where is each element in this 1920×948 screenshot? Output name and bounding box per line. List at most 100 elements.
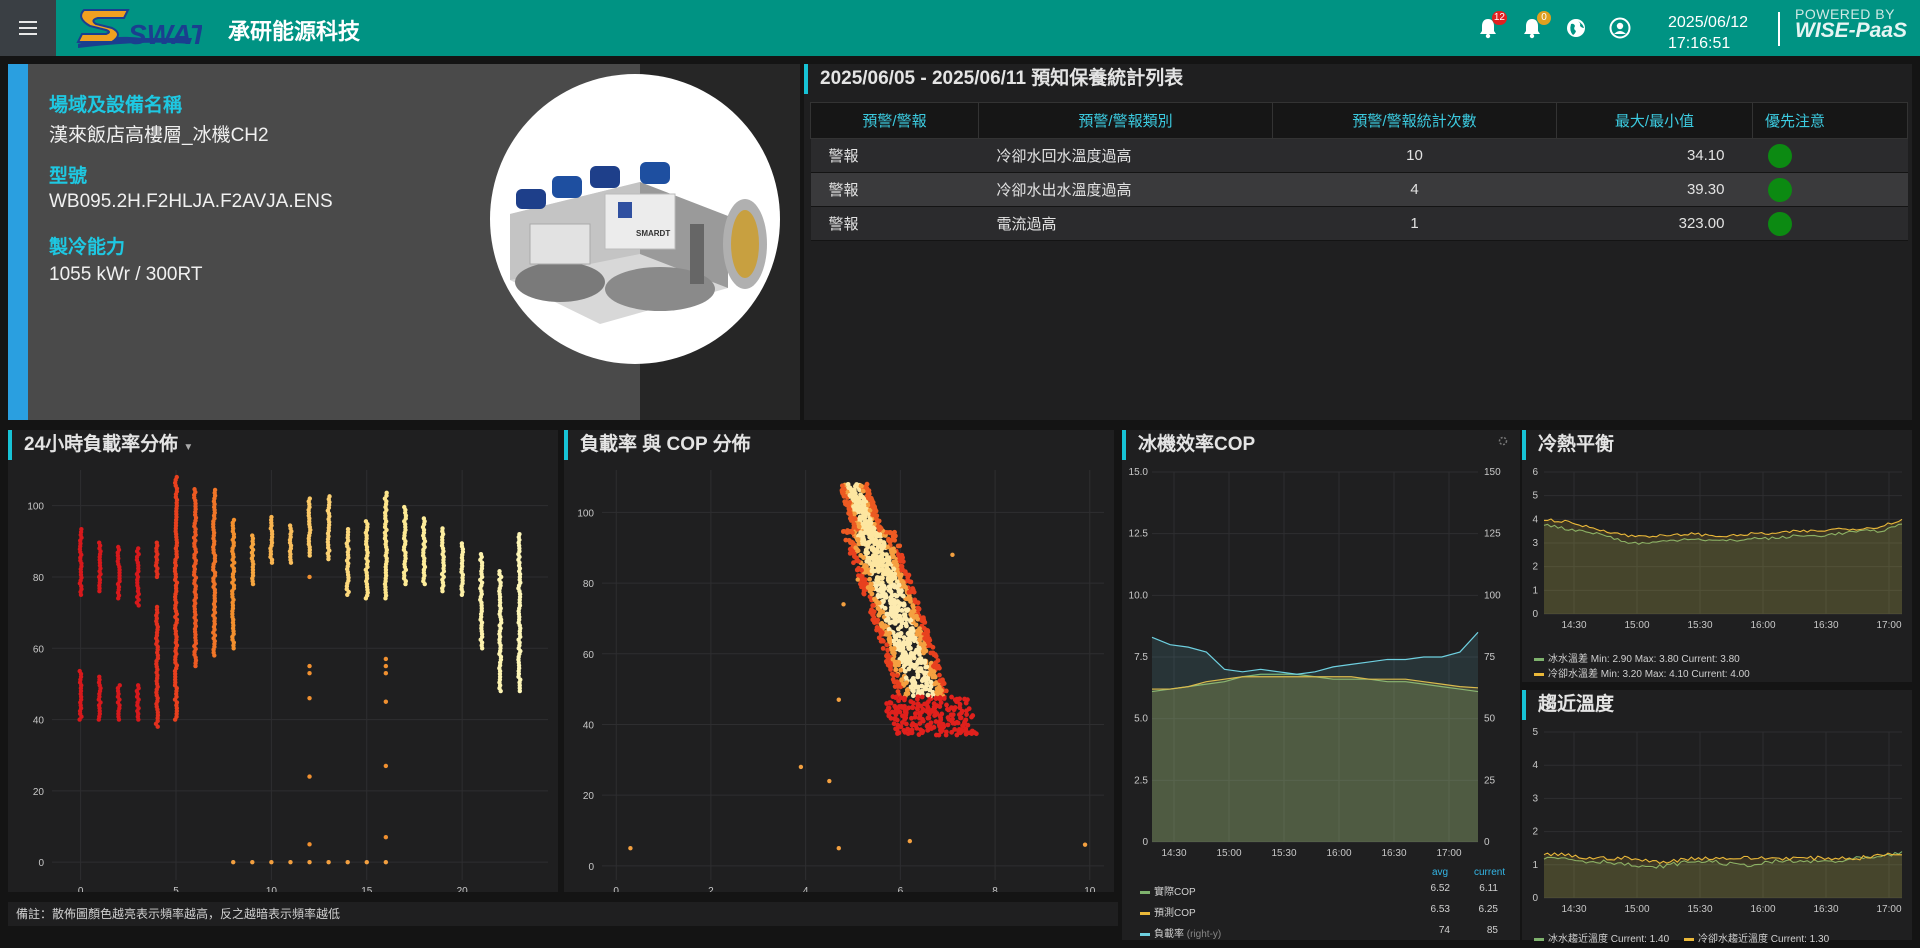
legend-item[interactable]: 冷卻水溫差 Min: 3.20 Max: 4.10 Current: 4.00 xyxy=(1534,665,1750,680)
y-right-tick-label: 150 xyxy=(1484,467,1501,478)
data-point xyxy=(863,550,869,555)
data-point xyxy=(383,859,389,865)
column-header[interactable]: 預警/警報 xyxy=(810,102,979,139)
warning-notifications[interactable]: 0 xyxy=(1520,11,1551,40)
x-tick-label: 15:00 xyxy=(1216,848,1241,859)
data-point xyxy=(877,610,883,616)
top-bar: SWAT 承研能源科技 12 0 2025/06/12 17:16:51 POW… xyxy=(0,0,1920,56)
data-point xyxy=(901,602,907,608)
data-point xyxy=(891,534,896,540)
user-icon xyxy=(1609,17,1631,39)
data-point xyxy=(878,549,884,555)
data-point xyxy=(891,646,897,651)
data-point xyxy=(965,697,970,703)
data-point xyxy=(843,537,849,543)
language-button[interactable] xyxy=(1564,16,1588,40)
data-point xyxy=(949,729,955,735)
table-row[interactable]: 警報 冷卻水出水溫度過高 4 39.30 xyxy=(810,172,1908,207)
table-row[interactable]: 警報 電流過高 1 323.00 xyxy=(810,206,1908,241)
data-point xyxy=(899,588,904,594)
data-point xyxy=(851,521,857,527)
data-point xyxy=(326,859,331,865)
data-point xyxy=(939,688,944,693)
y-tick-label: 0 xyxy=(1532,893,1538,904)
data-point xyxy=(899,677,905,683)
data-point xyxy=(915,694,921,700)
column-header[interactable]: 最大/最小值 xyxy=(1556,102,1753,139)
cell-count: 4 xyxy=(1272,172,1557,207)
x-tick-label: 14:30 xyxy=(1561,904,1586,915)
data-point xyxy=(859,567,864,573)
x-tick-label: 20 xyxy=(457,886,469,892)
maintenance-stats-panel: 2025/06/05 - 2025/06/11 預知保養統計列表 預警/警報 預… xyxy=(804,64,1912,420)
data-point xyxy=(888,667,893,672)
data-point xyxy=(902,695,908,701)
data-point xyxy=(881,543,887,549)
y-tick-label: 4 xyxy=(1532,514,1538,525)
data-point xyxy=(384,490,389,496)
legend-avg: 74 xyxy=(1438,925,1450,936)
y-tick-label: 60 xyxy=(33,644,45,655)
legend-item[interactable]: 預測COP 6.53 6.25 xyxy=(1140,904,1510,919)
data-point xyxy=(925,715,931,721)
data-point xyxy=(841,602,846,607)
data-point xyxy=(879,593,885,599)
data-point xyxy=(937,672,942,678)
legend-item[interactable]: 冷卻水趨近溫度 Current: 1.30 xyxy=(1684,930,1829,945)
data-point xyxy=(930,674,936,680)
data-point xyxy=(872,620,877,626)
data-point xyxy=(919,660,924,665)
data-point xyxy=(922,636,928,641)
data-point xyxy=(931,701,937,706)
equipment-info-panel: 場域及設備名稱 漢來飯店高樓層_冰機CH2 型號 WB095.2H.F2HLJA… xyxy=(8,64,800,420)
x-tick-label: 5 xyxy=(173,886,179,892)
data-point xyxy=(913,723,919,728)
cell-level: 警報 xyxy=(810,172,979,207)
column-header[interactable]: 預警/警報統計次數 xyxy=(1272,102,1557,139)
legend-series-name: 冷卻水趨近溫度 xyxy=(1698,934,1768,945)
data-point xyxy=(908,579,914,585)
data-point xyxy=(870,545,876,551)
y-tick-label: 12.5 xyxy=(1129,529,1149,540)
legend-item[interactable]: 實際COP 6.52 6.11 xyxy=(1140,883,1510,898)
data-point xyxy=(913,684,919,690)
data-point xyxy=(924,723,930,729)
x-tick-label: 15:30 xyxy=(1687,904,1712,915)
data-point xyxy=(874,575,880,580)
data-point xyxy=(908,699,914,704)
data-point xyxy=(916,606,922,612)
data-point xyxy=(899,642,905,647)
swat-logo[interactable]: SWAT xyxy=(72,4,202,52)
legend-item[interactable]: 負載率 (right-y) 74 85 xyxy=(1140,925,1510,940)
data-point xyxy=(892,642,898,647)
column-header[interactable]: 優先注意 xyxy=(1752,102,1908,139)
data-point xyxy=(307,663,312,669)
model-label: 型號 xyxy=(49,166,88,187)
data-point xyxy=(870,603,876,608)
data-point xyxy=(858,492,863,498)
data-point xyxy=(894,673,900,678)
data-point xyxy=(925,727,931,733)
header-divider xyxy=(1778,12,1780,46)
data-point xyxy=(894,563,900,569)
column-header[interactable]: 預警/警報類別 xyxy=(978,102,1273,139)
data-point xyxy=(928,650,934,656)
data-point xyxy=(893,634,898,640)
legend-item[interactable]: 冰水趨近溫度 Current: 1.40 xyxy=(1534,930,1669,945)
data-point xyxy=(846,529,852,535)
alarm-notifications[interactable]: 12 xyxy=(1476,11,1507,40)
legend-item[interactable]: 冰水溫差 Min: 2.90 Max: 3.80 Current: 3.80 xyxy=(1534,650,1740,665)
data-point xyxy=(459,541,465,546)
user-account-button[interactable] xyxy=(1608,16,1632,40)
menu-button[interactable] xyxy=(0,0,56,56)
data-point xyxy=(117,683,122,688)
data-point xyxy=(903,675,909,681)
priority-indicator xyxy=(1767,177,1792,202)
data-point xyxy=(901,654,907,660)
data-point xyxy=(919,709,925,715)
data-point xyxy=(879,623,885,629)
priority-indicator xyxy=(1767,143,1792,168)
table-row[interactable]: 警報 冷卻水回水溫度過高 10 34.10 xyxy=(810,138,1908,173)
x-tick-label: 16:30 xyxy=(1813,620,1838,631)
data-point xyxy=(870,586,875,592)
